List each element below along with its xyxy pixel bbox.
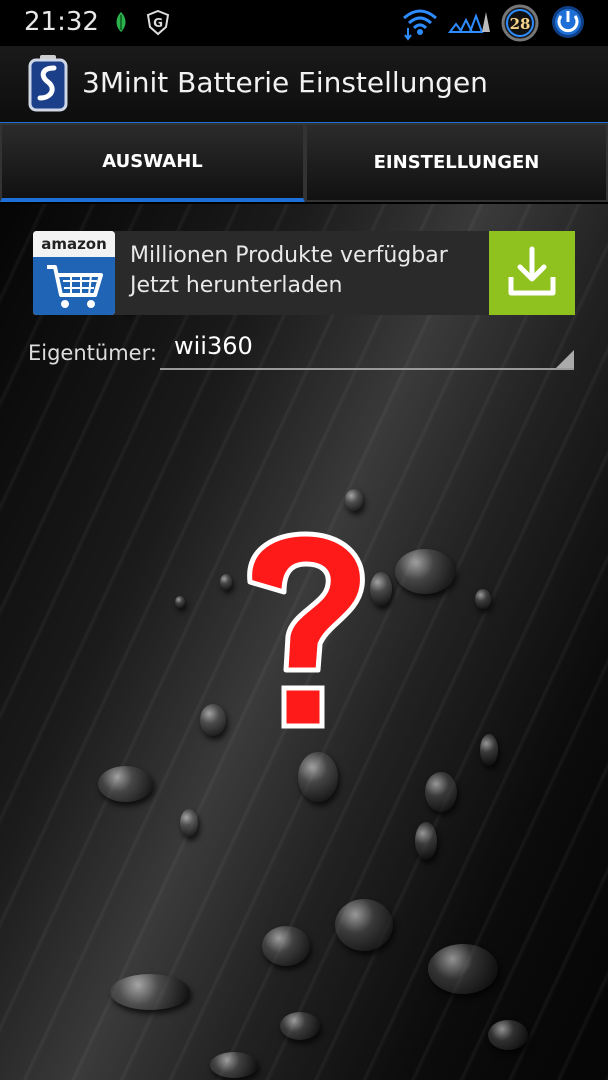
ad-subline: Jetzt herunterladen (130, 273, 343, 298)
water-drop (262, 926, 310, 966)
water-drop (335, 899, 393, 951)
owner-label: Eigentümer: (28, 341, 157, 365)
signal-icon (448, 10, 492, 42)
ad-banner[interactable]: amazon Millionen Produkte verfügbar Jetz… (33, 231, 575, 315)
app-bar: 3Minit Batterie Einstellungen (0, 46, 608, 125)
owner-spinner[interactable]: wii360 (160, 330, 574, 370)
ad-headline: Millionen Produkte verfügbar (130, 243, 448, 268)
spinner-caret-icon (556, 350, 574, 368)
amazon-logo: amazon (33, 231, 115, 315)
water-drop (210, 1052, 258, 1078)
water-drop (98, 766, 153, 802)
status-bar: 21:32 G 28 (0, 0, 608, 46)
water-drop (298, 752, 338, 802)
water-drop (415, 822, 437, 860)
water-drop (395, 549, 455, 594)
water-drop (425, 772, 457, 812)
water-drop (345, 489, 363, 511)
download-icon (508, 246, 556, 296)
tab-auswahl[interactable]: AUSWAHL (0, 123, 305, 202)
water-drop (175, 596, 185, 608)
question-mark-icon (228, 520, 378, 740)
cart-icon (33, 257, 115, 315)
tab-label: EINSTELLUNGEN (373, 152, 540, 173)
tab-einstellungen[interactable]: EINSTELLUNGEN (305, 123, 608, 202)
wifi-icon (400, 4, 440, 46)
water-drop (475, 589, 491, 609)
download-button[interactable] (489, 231, 575, 315)
g-shield-icon: G (146, 9, 170, 40)
battery-clock-icon: 28 (500, 4, 540, 46)
water-drop (480, 734, 498, 766)
status-time: 21:32 (24, 7, 99, 37)
water-drop (180, 809, 198, 837)
tab-bar: AUSWAHL EINSTELLUNGEN (0, 123, 608, 204)
leaf-icon (112, 10, 130, 38)
tab-label: AUSWAHL (102, 151, 203, 172)
amazon-brand-text: amazon (33, 231, 115, 257)
water-drop (280, 1012, 320, 1040)
svg-text:G: G (153, 16, 163, 30)
owner-value: wii360 (174, 332, 253, 360)
power-icon (550, 4, 586, 44)
water-drop (110, 974, 190, 1010)
water-drop (428, 944, 498, 994)
water-drop (200, 704, 226, 736)
water-drop (488, 1020, 528, 1050)
app-title: 3Minit Batterie Einstellungen (82, 66, 488, 99)
battery-percent: 28 (510, 15, 531, 33)
battery-app-icon[interactable] (26, 54, 70, 116)
